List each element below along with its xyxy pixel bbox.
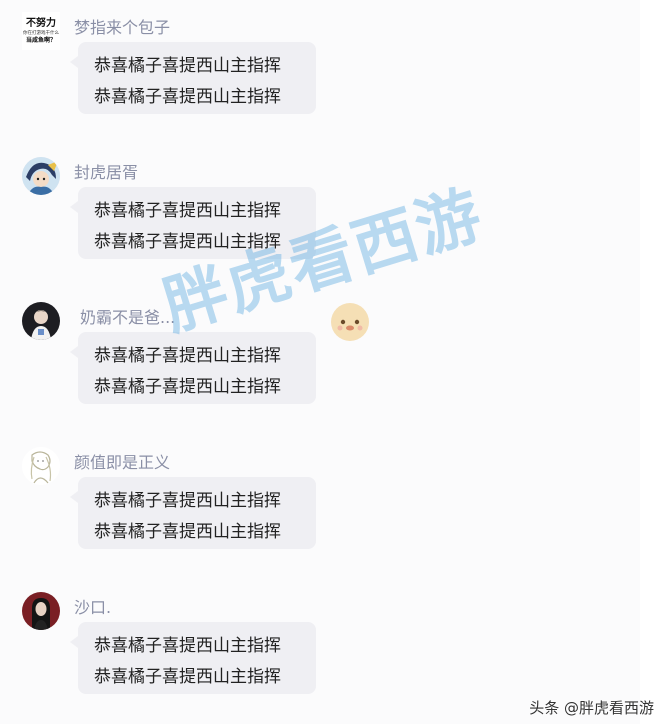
not-trying-logo-icon: 不努力 你在打游戏干什么 当咸鱼啊？	[22, 12, 60, 50]
avatar[interactable]	[22, 157, 60, 195]
message-bubble: 恭喜橘子喜提西山主指挥 恭喜橘子喜提西山主指挥	[70, 332, 316, 404]
username[interactable]: 封虎居胥	[74, 159, 138, 183]
anime-character-avatar-icon	[22, 157, 60, 195]
message-text: 恭喜橘子喜提西山主指挥	[94, 491, 281, 511]
message-text: 恭喜橘子喜提西山主指挥	[94, 346, 281, 366]
message-text: 恭喜橘子喜提西山主指挥	[94, 636, 281, 656]
message-text: 恭喜橘子喜提西山主指挥	[94, 377, 281, 397]
message-text: 恭喜橘子喜提西山主指挥	[94, 56, 281, 76]
avatar[interactable]: 不努力 你在打游戏干什么 当咸鱼啊？	[22, 12, 60, 50]
message-text: 恭喜橘子喜提西山主指挥	[94, 201, 281, 221]
username[interactable]: 梦指来个包子	[74, 14, 170, 38]
sketch-character-avatar-icon	[22, 447, 60, 485]
username[interactable]: 奶霸不是爸...	[80, 304, 175, 328]
avatar[interactable]	[22, 302, 60, 340]
message-bubble: 恭喜橘子喜提西山主指挥 恭喜橘子喜提西山主指挥	[70, 477, 316, 549]
username[interactable]: 沙口.	[74, 594, 111, 618]
message-bubble: 恭喜橘子喜提西山主指挥 恭喜橘子喜提西山主指挥	[70, 187, 316, 259]
svg-text:不努力: 不努力	[26, 16, 56, 29]
dark-character-avatar-icon	[22, 302, 60, 340]
message-text: 恭喜橘子喜提西山主指挥	[94, 667, 281, 687]
footer-source-label: 头条 @胖虎看西游	[529, 699, 654, 717]
svg-text:你在打游戏干什么: 你在打游戏干什么	[23, 29, 59, 36]
message-bubble: 恭喜橘子喜提西山主指挥 恭喜橘子喜提西山主指挥	[70, 42, 316, 114]
chat-message-list: 不努力 你在打游戏干什么 当咸鱼啊？ 梦指来个包子 恭喜橘子喜提西山主指挥 恭喜…	[0, 0, 640, 724]
avatar[interactable]	[22, 592, 60, 630]
red-portrait-avatar-icon	[22, 592, 60, 630]
message-text: 恭喜橘子喜提西山主指挥	[94, 522, 281, 542]
message-text: 恭喜橘子喜提西山主指挥	[94, 87, 281, 107]
username[interactable]: 颜值即是正义	[74, 449, 170, 473]
message-text: 恭喜橘子喜提西山主指挥	[94, 232, 281, 252]
avatar[interactable]	[22, 447, 60, 485]
svg-text:当咸鱼啊？: 当咸鱼啊？	[26, 36, 56, 44]
message-bubble: 恭喜橘子喜提西山主指挥 恭喜橘子喜提西山主指挥	[70, 622, 316, 694]
